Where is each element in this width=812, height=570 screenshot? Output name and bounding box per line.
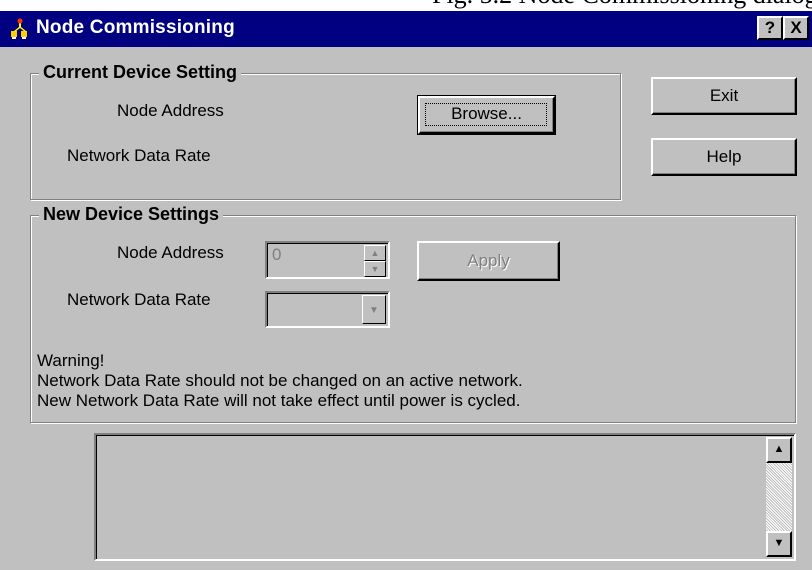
status-log[interactable]: ▲ ▼ bbox=[94, 433, 796, 561]
spin-down-button[interactable]: ▼ bbox=[364, 261, 386, 277]
new-data-rate-label: Network Data Rate bbox=[67, 290, 211, 309]
browse-button[interactable]: Browse... bbox=[417, 95, 556, 135]
down-arrow-icon: ▼ bbox=[773, 537, 785, 549]
scroll-down-button[interactable]: ▼ bbox=[766, 531, 792, 557]
warning-line-1: Network Data Rate should not be changed … bbox=[37, 371, 523, 390]
up-arrow-icon: ▲ bbox=[773, 443, 785, 455]
title-bar: Node Commissioning ? X bbox=[0, 11, 812, 47]
help-button[interactable]: Help bbox=[651, 138, 797, 176]
warning-title: Warning! bbox=[37, 351, 105, 370]
current-data-rate-label: Network Data Rate bbox=[67, 146, 211, 165]
close-button[interactable]: X bbox=[783, 16, 809, 40]
exit-button-label: Exit bbox=[709, 86, 739, 105]
current-node-address-label: Node Address bbox=[117, 101, 224, 120]
help-button-label: Help bbox=[706, 147, 742, 166]
node-address-value: 0 bbox=[272, 245, 282, 264]
caption-text: Fig. 5.2 Node Commissioning dialog box w… bbox=[432, 0, 812, 10]
dropdown-button[interactable]: ▼ bbox=[362, 295, 386, 324]
node-commissioning-icon bbox=[11, 18, 27, 39]
network-data-rate-dropdown[interactable]: ▼ bbox=[265, 291, 390, 328]
spin-up-button[interactable]: ▲ bbox=[364, 245, 386, 261]
current-device-group bbox=[30, 73, 621, 200]
warning-line-2: New Network Data Rate will not take effe… bbox=[37, 391, 521, 410]
down-arrow-icon: ▼ bbox=[370, 264, 380, 274]
up-arrow-icon: ▲ bbox=[370, 248, 380, 258]
node-commissioning-dialog: Node Commissioning ? X Current Device Se… bbox=[0, 11, 812, 570]
focus-rectangle bbox=[425, 103, 547, 126]
exit-button[interactable]: Exit bbox=[651, 77, 797, 115]
chevron-down-icon: ▼ bbox=[369, 305, 379, 316]
new-device-group-title: New Device Settings bbox=[39, 204, 224, 225]
warning-message: Warning! Network Data Rate should not be… bbox=[37, 351, 523, 411]
window-title: Node Commissioning bbox=[36, 17, 235, 38]
node-address-spin-input[interactable]: 0 ▲ ▼ bbox=[265, 241, 390, 279]
vertical-scrollbar[interactable]: ▲ ▼ bbox=[766, 437, 792, 557]
current-device-group-title: Current Device Setting bbox=[39, 62, 242, 83]
context-help-button[interactable]: ? bbox=[757, 16, 783, 40]
apply-button-label: Apply bbox=[467, 251, 510, 270]
new-node-address-label: Node Address bbox=[117, 243, 224, 262]
apply-button[interactable]: Apply bbox=[417, 241, 560, 281]
scroll-up-button[interactable]: ▲ bbox=[766, 437, 792, 463]
